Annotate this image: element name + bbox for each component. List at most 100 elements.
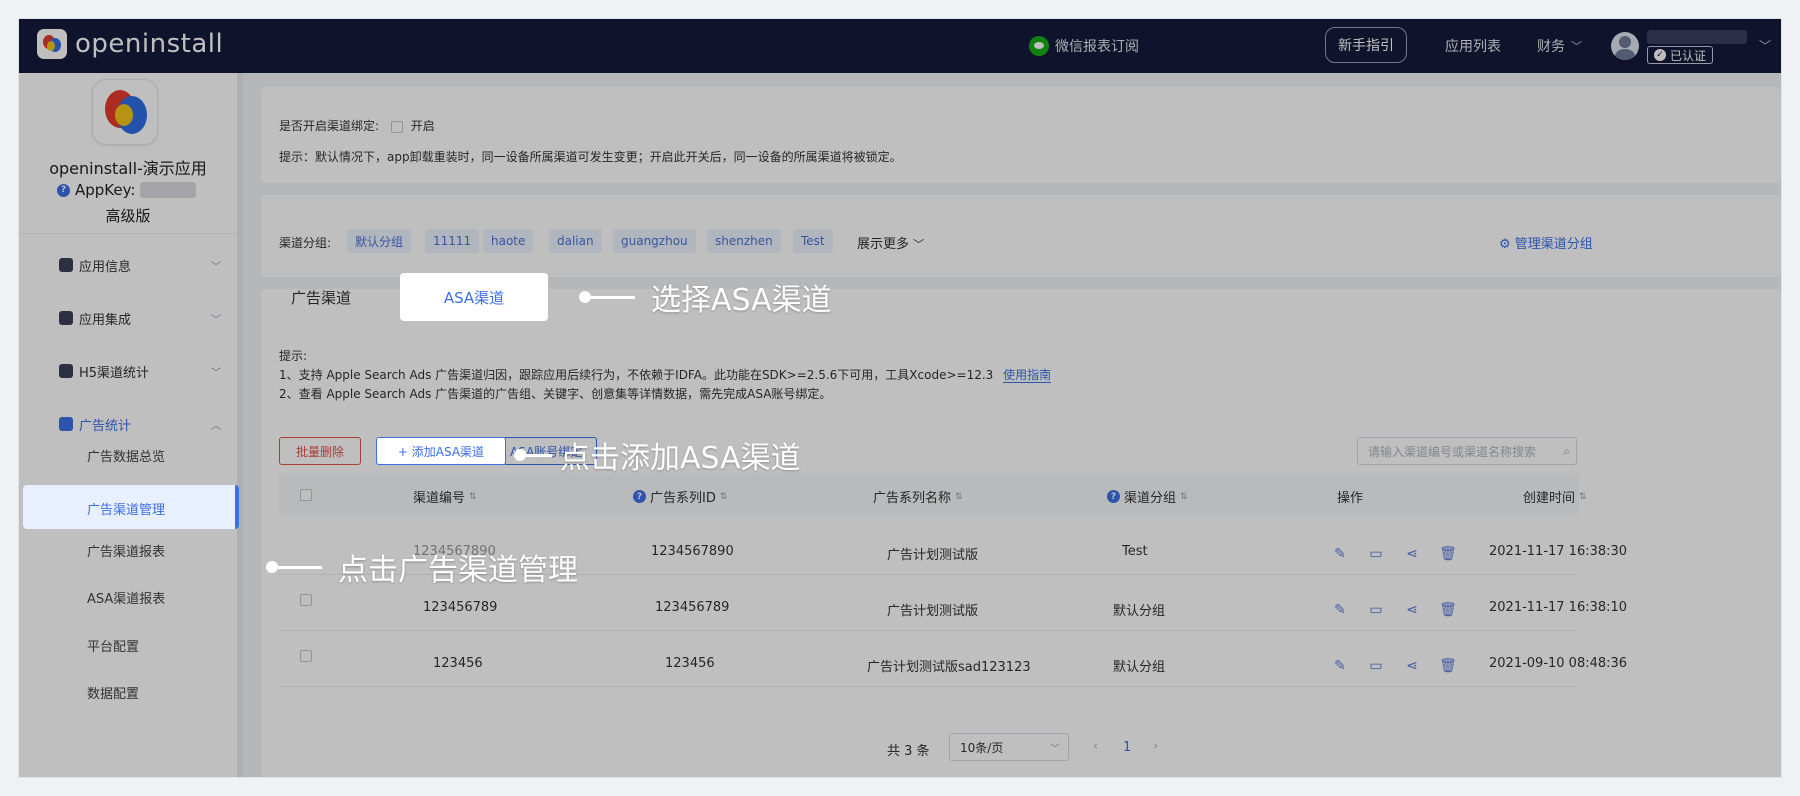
help-icon[interactable]: ? — [633, 490, 646, 503]
sidebar-scrollbar[interactable] — [237, 73, 243, 777]
logo[interactable]: openinstall — [37, 29, 223, 59]
delete-icon[interactable]: 🗑 — [1439, 545, 1457, 563]
page-size-label: 10条/页 — [960, 740, 1004, 755]
th-group[interactable]: ? 渠道分组 ⇅ — [1107, 487, 1188, 506]
tips-title: 提示: — [279, 349, 308, 363]
show-more-label: 展示更多 — [857, 237, 910, 252]
next-page-icon[interactable]: › — [1153, 739, 1158, 754]
sidebar-item-app-integration[interactable]: 应用集成 ﹀ — [59, 306, 221, 330]
binding-hint: 提示：默认情况下，app卸载重装时，同一设备所属渠道可发生变更；开启此开关后，同… — [279, 150, 902, 164]
share-icon[interactable]: ⋖ — [1403, 545, 1421, 563]
sidebar-item-h5-stats[interactable]: H5渠道统计 ﹀ — [59, 359, 221, 383]
submenu-ad-report[interactable]: 广告渠道报表 — [87, 541, 165, 560]
tab-asa-channel[interactable]: ASA渠道 — [400, 273, 548, 321]
select-all-checkbox[interactable] — [300, 489, 312, 501]
check-icon: ✓ — [1654, 49, 1666, 61]
avatar[interactable] — [1611, 32, 1639, 60]
group-tag[interactable]: shenzhen — [707, 229, 781, 253]
group-tag[interactable]: Test — [793, 229, 833, 253]
help-icon[interactable]: ? — [57, 183, 70, 197]
sidebar-divider — [19, 233, 237, 234]
groups-label: 渠道分组: — [279, 236, 332, 250]
share-icon[interactable]: ⋖ — [1403, 657, 1421, 675]
search-icon: ⌕ — [1563, 443, 1570, 458]
logo-mark-icon — [37, 29, 67, 59]
submenu-data-config[interactable]: 数据配置 — [87, 683, 139, 702]
appkey-row: ? AppKey: — [57, 181, 197, 199]
annotation-dot — [266, 561, 278, 573]
page-size-select[interactable]: 10条/页 ﹀ — [949, 733, 1069, 761]
batch-delete-button[interactable]: 批量删除 — [279, 437, 361, 465]
edit-icon[interactable]: ✎ — [1331, 657, 1349, 675]
add-asa-channel-button[interactable]: + 添加ASA渠道 — [376, 437, 506, 465]
cell-group: 默认分组 — [1113, 604, 1166, 619]
guide-button[interactable]: 新手指引 — [1325, 27, 1407, 63]
annotation-text: 选择ASA渠道 — [651, 283, 832, 318]
annotation-line — [526, 453, 552, 457]
binding-row: 是否开启渠道绑定: 开启 — [279, 117, 435, 134]
sort-icon: ⇅ — [719, 491, 728, 502]
menu-label: 广告统计 — [79, 418, 132, 434]
guide-link[interactable]: 使用指南 — [1003, 368, 1052, 383]
search-placeholder: 请输入渠道编号或渠道名称搜索 — [1368, 444, 1537, 459]
menu-label: 应用集成 — [79, 312, 132, 328]
monitor-icon[interactable]: ▭ — [1367, 657, 1385, 675]
th-campaign-id[interactable]: ? 广告系列ID ⇅ — [633, 487, 727, 506]
group-tag[interactable]: 默认分组 — [347, 229, 412, 253]
delete-icon[interactable]: 🗑 — [1439, 601, 1457, 619]
group-tag[interactable]: guangzhou — [613, 229, 696, 253]
annotation-select-asa: 选择ASA渠道 — [579, 277, 832, 318]
chevron-down-icon: ﹀ — [211, 367, 221, 379]
group-tag[interactable]: haote — [483, 229, 534, 253]
chevron-down-icon: ﹀ — [211, 314, 221, 326]
th-label: 创建时间 — [1523, 491, 1576, 506]
delete-icon[interactable]: 🗑 — [1439, 657, 1457, 675]
sidebar-item-app-info[interactable]: 应用信息 ﹀ — [59, 253, 221, 277]
tab-ad-channel[interactable]: 广告渠道 — [261, 273, 381, 321]
cell-code: 123456789 — [423, 600, 498, 615]
th-code[interactable]: 渠道编号 ⇅ — [413, 487, 477, 506]
menu-label: 应用信息 — [79, 259, 132, 275]
tips-line1: 1、支持 Apple Search Ads 广告渠道归因，跟踪应用后续行为，不依… — [279, 366, 1052, 383]
binding-card: 是否开启渠道绑定: 开启 提示：默认情况下，app卸载重装时，同一设备所属渠道可… — [261, 87, 1781, 183]
wechat-label: 微信报表订阅 — [1055, 39, 1139, 55]
help-icon[interactable]: ? — [1107, 490, 1120, 503]
app-list-link[interactable]: 应用列表 — [1445, 19, 1501, 73]
sort-icon: ⇅ — [955, 491, 963, 502]
group-tag[interactable]: 11111 — [425, 229, 480, 253]
manage-groups-link[interactable]: ⚙ 管理渠道分组 — [1499, 233, 1593, 252]
th-campaign-name[interactable]: 广告系列名称 ⇅ — [873, 487, 963, 506]
search-input[interactable]: 请输入渠道编号或渠道名称搜索 ⌕ — [1357, 437, 1577, 465]
page-number-current[interactable]: 1 — [1123, 740, 1131, 755]
chevron-down-icon: ﹀ — [913, 238, 925, 251]
user-menu-chevron-icon[interactable]: ﹀ — [1759, 37, 1771, 54]
app-window: openinstall 微信报表订阅 新手指引 应用列表 财务 ﹀ ✓ 已认证 … — [18, 18, 1782, 778]
wechat-subscribe-link[interactable]: 微信报表订阅 — [1029, 19, 1139, 73]
row-checkbox[interactable] — [300, 650, 312, 662]
monitor-icon[interactable]: ▭ — [1367, 545, 1385, 563]
ad-icon — [59, 417, 73, 431]
cell-campaign-id: 123456789 — [655, 600, 730, 615]
th-label: 渠道分组 — [1124, 491, 1177, 506]
monitor-icon[interactable]: ▭ — [1367, 601, 1385, 619]
share-icon[interactable]: ⋖ — [1403, 601, 1421, 619]
appkey-label: AppKey: — [75, 181, 136, 199]
prev-page-icon[interactable]: ‹ — [1093, 739, 1098, 754]
submenu-platform-config[interactable]: 平台配置 — [87, 636, 139, 655]
submenu-asa-report[interactable]: ASA渠道报表 — [87, 588, 165, 607]
binding-checkbox[interactable] — [390, 120, 403, 133]
row-checkbox[interactable] — [300, 594, 312, 606]
edit-icon[interactable]: ✎ — [1331, 601, 1349, 619]
group-tag[interactable]: dalian — [549, 229, 602, 253]
submenu-ad-manage[interactable]: 广告渠道管理 — [87, 499, 165, 518]
th-created[interactable]: 创建时间 ⇅ — [1523, 487, 1587, 506]
submenu-ad-overview[interactable]: 广告数据总览 — [87, 446, 165, 465]
code-icon — [59, 311, 73, 325]
chevron-down-icon: ﹀ — [1571, 40, 1582, 53]
sidebar-item-ad-stats[interactable]: 广告统计 ︿ — [59, 412, 221, 436]
show-more-toggle[interactable]: 展示更多 ﹀ — [857, 233, 924, 252]
user-name-redacted — [1647, 30, 1747, 44]
finance-menu[interactable]: 财务 ﹀ — [1537, 19, 1582, 73]
gear-icon: ⚙ — [1499, 237, 1511, 252]
edit-icon[interactable]: ✎ — [1331, 545, 1349, 563]
